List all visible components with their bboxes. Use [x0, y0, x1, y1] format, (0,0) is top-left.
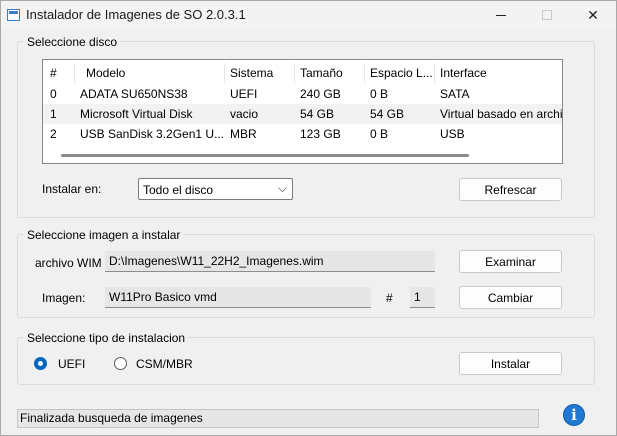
column-header-num[interactable]: # [43, 63, 75, 83]
window-title: Instalador de Imagenes de SO 2.0.3.1 [26, 7, 246, 22]
install-button-label: Instalar [490, 356, 531, 371]
disk-size: 240 GB [300, 87, 341, 101]
refresh-button-label: Refrescar [484, 182, 537, 197]
csm-mbr-radio-label[interactable]: CSM/MBR [136, 357, 193, 371]
disk-num: 0 [50, 87, 57, 101]
disk-group-label: Seleccione disco [24, 35, 121, 49]
image-index-field: 1 [410, 287, 435, 308]
minimize-icon [496, 14, 506, 16]
csm-mbr-radio[interactable] [114, 357, 127, 370]
disk-row[interactable]: 1 Microsoft Virtual Disk vacio 54 GB 54 … [43, 104, 562, 124]
refresh-button[interactable]: Refrescar [459, 178, 562, 201]
disk-interface: USB [440, 127, 465, 141]
column-header-model[interactable]: Modelo [75, 63, 225, 83]
column-header-size[interactable]: Tamaño [295, 63, 365, 83]
image-label: Imagen: [42, 291, 86, 305]
wim-file-field: D:\Imagenes\W11_22H2_Imagenes.wim [105, 251, 435, 272]
install-on-dropdown[interactable]: Todo el disco ⌵ [138, 178, 293, 200]
column-header-system[interactable]: Sistema [225, 63, 295, 83]
column-header-interface[interactable]: Interface [435, 63, 562, 83]
disk-model: ADATA SU650NS38 [80, 87, 188, 101]
image-name-field: W11Pro Basico vmd [105, 287, 371, 308]
disk-size: 54 GB [300, 107, 335, 121]
installer-window: Instalador de Imagenes de SO 2.0.3.1 ✕ S… [0, 0, 617, 436]
disk-interface: Virtual basado en archivo [440, 107, 562, 121]
maximize-button [524, 1, 570, 29]
install-button[interactable]: Instalar [459, 352, 562, 375]
column-header-free-space[interactable]: Espacio L... [365, 63, 435, 83]
info-icon[interactable]: i [563, 404, 585, 426]
disk-free: 0 B [370, 87, 389, 101]
disk-interface: SATA [440, 87, 470, 101]
maximize-icon [542, 10, 552, 20]
install-on-label: Instalar en: [42, 182, 102, 196]
app-window-icon [7, 9, 20, 21]
disk-list[interactable]: # Modelo Sistema Tamaño Espacio L... Int… [42, 59, 563, 164]
disk-free: 0 B [370, 127, 389, 141]
disk-free: 54 GB [370, 107, 405, 121]
disk-system: vacio [230, 107, 259, 121]
disk-num: 2 [50, 127, 57, 141]
disk-model: Microsoft Virtual Disk [80, 107, 193, 121]
browse-button-label: Examinar [485, 254, 536, 269]
title-bar[interactable]: Instalador de Imagenes de SO 2.0.3.1 ✕ [1, 1, 616, 29]
install-type-group-label: Seleccione tipo de instalacion [24, 331, 189, 345]
image-group-label: Seleccione imagen a instalar [24, 228, 184, 242]
wim-file-label: archivo WIM [35, 256, 102, 270]
disk-row[interactable]: 2 USB SanDisk 3.2Gen1 U... MBR 123 GB 0 … [43, 124, 562, 144]
disk-system: MBR [230, 127, 257, 141]
minimize-button[interactable] [478, 1, 524, 29]
disk-system: UEFI [230, 87, 258, 101]
horizontal-scrollbar[interactable] [61, 154, 469, 157]
install-on-value: Todo el disco [143, 183, 214, 197]
uefi-radio-label[interactable]: UEFI [58, 357, 85, 371]
browse-button[interactable]: Examinar [459, 250, 562, 273]
chevron-down-icon: ⌵ [277, 181, 287, 195]
change-button-label: Cambiar [487, 290, 534, 305]
disk-row[interactable]: 0 ADATA SU650NS38 UEFI 240 GB 0 B SATA [43, 84, 562, 104]
uefi-radio[interactable] [34, 357, 47, 370]
disk-num: 1 [50, 107, 57, 121]
image-index-label: # [386, 291, 393, 305]
close-button[interactable]: ✕ [570, 1, 616, 29]
disk-list-header: # Modelo Sistema Tamaño Espacio L... Int… [43, 63, 562, 83]
disk-model: USB SanDisk 3.2Gen1 U... [80, 127, 225, 141]
close-icon: ✕ [587, 6, 599, 23]
disk-size: 123 GB [300, 127, 341, 141]
status-bar: Finalizada busqueda de imagenes [17, 409, 539, 428]
change-button[interactable]: Cambiar [459, 286, 562, 309]
